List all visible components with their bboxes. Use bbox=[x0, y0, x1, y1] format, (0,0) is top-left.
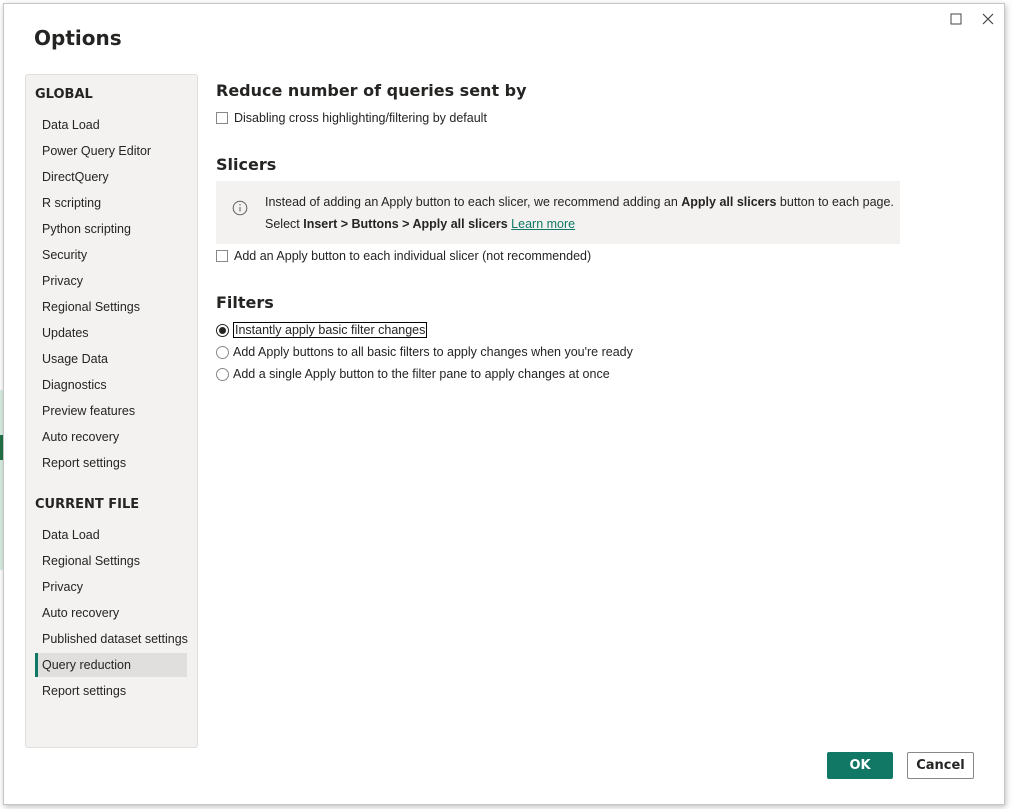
sidebar-item-query-reduction[interactable]: Query reduction bbox=[35, 653, 187, 677]
maximize-button[interactable] bbox=[945, 8, 967, 30]
sidebar-item-data-load[interactable]: Data Load bbox=[35, 113, 187, 137]
info-icon bbox=[232, 200, 248, 216]
slicer-apply-button-option[interactable]: Add an Apply button to each individual s… bbox=[216, 247, 591, 265]
sidebar-item-file-data-load[interactable]: Data Load bbox=[35, 523, 187, 547]
sidebar-item-python-scripting[interactable]: Python scripting bbox=[35, 217, 187, 241]
learn-more-link[interactable]: Learn more bbox=[511, 217, 575, 231]
slicers-info-line-2: Select Insert > Buttons > Apply all slic… bbox=[265, 217, 575, 231]
sidebar-item-diagnostics[interactable]: Diagnostics bbox=[35, 373, 187, 397]
slicer-apply-button-label: Add an Apply button to each individual s… bbox=[234, 249, 592, 263]
sidebar-item-file-regional-settings[interactable]: Regional Settings bbox=[35, 549, 187, 573]
filter-single-apply-radio[interactable] bbox=[216, 367, 229, 381]
global-header: GLOBAL bbox=[35, 87, 93, 102]
close-icon bbox=[982, 13, 994, 25]
options-dialog: Options GLOBAL Data Load Power Query Edi… bbox=[3, 3, 1005, 805]
sidebar-item-report-settings[interactable]: Report settings bbox=[35, 451, 187, 475]
filter-single-apply-label: Add a single Apply button to the filter … bbox=[233, 367, 610, 381]
sidebar-item-r-scripting[interactable]: R scripting bbox=[35, 191, 187, 215]
sidebar-item-privacy[interactable]: Privacy bbox=[35, 269, 187, 293]
close-button[interactable] bbox=[977, 8, 999, 30]
current-file-header: CURRENT FILE bbox=[35, 497, 140, 512]
options-sidebar: GLOBAL Data Load Power Query Editor Dire… bbox=[25, 74, 198, 748]
sidebar-item-directquery[interactable]: DirectQuery bbox=[35, 165, 187, 189]
filter-instant-radio[interactable] bbox=[216, 323, 229, 337]
filter-apply-buttons-radio[interactable] bbox=[216, 345, 229, 359]
sidebar-item-security[interactable]: Security bbox=[35, 243, 187, 267]
sidebar-item-file-report-settings[interactable]: Report settings bbox=[35, 679, 187, 703]
disable-cross-highlighting-option[interactable]: Disabling cross highlighting/filtering b… bbox=[216, 109, 487, 127]
slicers-info-line-1: Instead of adding an Apply button to eac… bbox=[265, 195, 894, 209]
cancel-button[interactable]: Cancel bbox=[907, 752, 974, 779]
slicer-apply-button-checkbox[interactable] bbox=[216, 250, 228, 262]
slicers-info-bold-2: Insert > Buttons > Apply all slicers bbox=[303, 217, 508, 231]
sidebar-item-published-dataset-settings[interactable]: Published dataset settings bbox=[35, 627, 188, 651]
disable-cross-highlighting-label: Disabling cross highlighting/filtering b… bbox=[234, 111, 487, 125]
sidebar-item-auto-recovery[interactable]: Auto recovery bbox=[35, 425, 187, 449]
slicers-info-box: Instead of adding an Apply button to eac… bbox=[216, 181, 900, 244]
dialog-title: Options bbox=[34, 26, 122, 50]
filter-instant-label: Instantly apply basic filter changes bbox=[233, 322, 428, 338]
reduce-queries-title: Reduce number of queries sent by bbox=[216, 81, 527, 100]
sidebar-item-regional-settings[interactable]: Regional Settings bbox=[35, 295, 187, 319]
filter-option-single-apply[interactable]: Add a single Apply button to the filter … bbox=[216, 365, 610, 383]
disable-cross-highlighting-checkbox[interactable] bbox=[216, 112, 228, 124]
sidebar-item-updates[interactable]: Updates bbox=[35, 321, 187, 345]
filter-option-instant[interactable]: Instantly apply basic filter changes bbox=[216, 321, 428, 339]
sidebar-item-preview-features[interactable]: Preview features bbox=[35, 399, 187, 423]
filter-apply-buttons-label: Add Apply buttons to all basic filters t… bbox=[233, 345, 633, 359]
filter-option-apply-buttons[interactable]: Add Apply buttons to all basic filters t… bbox=[216, 343, 633, 361]
sidebar-item-usage-data[interactable]: Usage Data bbox=[35, 347, 187, 371]
slicers-info-bold-1: Apply all slicers bbox=[681, 195, 777, 209]
sidebar-item-file-auto-recovery[interactable]: Auto recovery bbox=[35, 601, 187, 625]
filters-title: Filters bbox=[216, 293, 274, 312]
sidebar-item-file-privacy[interactable]: Privacy bbox=[35, 575, 187, 599]
slicers-info-select: Select bbox=[265, 217, 304, 231]
ok-button[interactable]: OK bbox=[827, 752, 893, 779]
slicers-info-text-2: button to each page. bbox=[776, 195, 894, 209]
sidebar-item-power-query-editor[interactable]: Power Query Editor bbox=[35, 139, 187, 163]
slicers-info-text-1: Instead of adding an Apply button to eac… bbox=[265, 195, 682, 209]
slicers-title: Slicers bbox=[216, 155, 277, 174]
maximize-icon bbox=[950, 13, 962, 25]
